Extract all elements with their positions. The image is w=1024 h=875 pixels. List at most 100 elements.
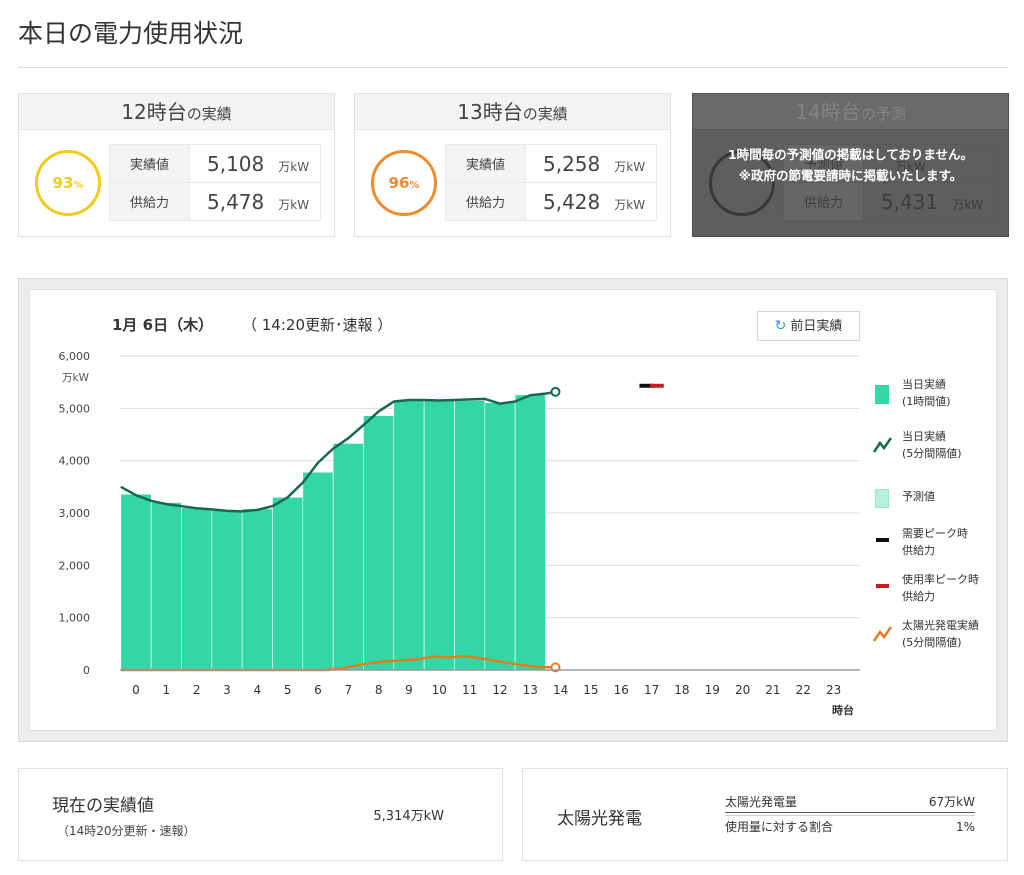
notice-line: 1時間毎の予測値の掲載はしておりません。 [727,147,974,162]
usage-gauge: 96% [371,150,437,216]
x-tick-label: 9 [405,683,413,697]
row-value: 5,478 [207,189,265,214]
y-tick-label: 4,000 [59,455,91,468]
legend-line: 供給力 [902,590,935,603]
card-header: 13時台の実績 [355,94,670,130]
chart-area: 1月 6日（木） （ 14:20更新･速報 ） ↻ 前日実績 0 1,000 2,00… [29,289,997,731]
y-tick-label: 3,000 [59,507,91,520]
bar-hour-7 [332,443,364,671]
row-label: 実績値 [109,144,190,183]
row-value: 5,431 [881,189,939,214]
card-suffix: の実績 [186,105,232,123]
card-hour: 12時台 [121,100,187,124]
row-label: 供給力 [445,182,526,221]
page-title: 本日の電力使用状況 [18,19,244,48]
legend-item-actual-5min: 当日実績 (5分間隔値) [872,428,1002,468]
current-title: 現在の実績値 [52,796,154,816]
y-tick-label: 0 [83,664,90,677]
bar-series [120,394,546,671]
current-update-time: （14時20分更新・速報） [57,824,196,838]
x-axis-unit: 時台 [832,703,854,717]
row-value-cell: 5,431 万kW [863,182,995,221]
x-tick-label: 16 [614,683,629,697]
y-tick-label: 2,000 [59,559,91,572]
x-tick-label: 7 [344,683,352,697]
legend-item-actual-hourly: 当日実績 (1時間値) [872,376,1002,416]
x-tick-label: 2 [193,683,201,697]
card-14h-forecast: 14時台の予測 予測値 万kW 供給力 5,431 万kW 1時間毎の予測値の掲載… [692,93,1009,237]
row-label: 供給力 [783,182,864,221]
current-value: 5,314万kW [373,809,444,824]
usage-gauge: 93% [35,150,101,216]
current-actual-card: 現在の実績値 （14時20分更新・速報） 5,314万kW [18,768,503,861]
x-tick-label: 22 [796,683,811,697]
row-unit: 万kW [614,159,646,174]
x-tick-label: 14 [553,683,568,697]
bar-hour-10 [423,399,455,671]
card-12h-actual: 12時台の実績 93% 実績値 5,108 万kW 供給力 5,478 万kW [18,93,335,237]
x-tick-label: 5 [284,683,292,697]
card-header: 12時台の実績 [19,94,334,130]
legend-item-forecast: 予測値 [872,480,1002,520]
y-axis-unit: 万kW [62,372,90,384]
gauge-percent-sign: % [73,180,84,191]
legend-line: 当日実績 [902,430,946,443]
y-tick-label: 6,000 [59,350,91,363]
x-tick-label: 0 [132,683,140,697]
solar-row: 使用量に対する割合 1% [725,815,975,837]
solar-row-value: 1% [955,820,975,834]
row-value-cell: 5,108 万kW [189,144,321,183]
legend-line: 需要ピーク時 [902,527,968,540]
x-tick-label: 21 [765,683,780,697]
x-tick-label: 10 [432,683,447,697]
x-tick-label: 6 [314,683,322,697]
zigzag-line-icon [872,437,893,453]
x-tick-label: 23 [826,683,841,697]
bar-hour-12 [484,402,516,671]
bar-hour-13 [514,394,546,671]
card-header: 14時台の予測 [693,94,1008,130]
x-tick-label: 13 [523,683,538,697]
notice-line: ※政府の節電要請時に掲載いたします。 [738,168,963,183]
row-label: 供給力 [109,182,190,221]
legend-item-peak-usage: 使用率ピーク時 供給力 [872,571,1002,611]
bar-hour-5 [272,497,304,671]
table-row: 供給力 5,431 万kW [783,182,995,221]
legend-line: 太陽光発電実績 [902,619,979,632]
legend-item-solar: 太陽光発電実績 (5分間隔値) [872,617,1002,657]
title-divider [18,67,1008,68]
table-row: 実績値 5,108 万kW [109,144,321,183]
legend-line: 供給力 [902,544,935,557]
legend-line: (1時間値) [902,395,951,408]
legend-line: (5分間隔値) [902,636,962,649]
solar-card: 太陽光発電 太陽光発電量 67万kW 使用量に対する割合 1% [522,768,1008,861]
y-tick-labels: 0 1,000 2,000 3,000 4,000 5,000 6,000 [59,350,91,677]
x-tick-label: 1 [163,683,171,697]
row-unit: 万kW [278,197,310,212]
legend-line: (5分間隔値) [902,447,962,460]
legend-swatch [875,489,889,508]
forecast-notice: 1時間毎の予測値の掲載はしておりません。 ※政府の節電要請時に掲載いたします。 [693,144,1008,186]
table-row: 供給力 5,428 万kW [445,182,657,221]
bar-hour-6 [302,471,334,671]
values-table: 実績値 5,258 万kW 供給力 5,428 万kW [445,144,657,221]
x-tick-labels: 0 1 2 3 4 5 6 7 8 9 10 11 12 13 14 15 16 17 18 19 20 21 22 23 [132,683,841,697]
legend-swatch [876,584,889,588]
x-tick-label: 11 [462,683,477,697]
row-value: 5,108 [207,151,265,176]
x-tick-label: 18 [674,683,689,697]
x-tick-label: 17 [644,683,659,697]
bar-hour-9 [393,399,425,671]
table-row: 供給力 5,478 万kW [109,182,321,221]
solar-row: 太陽光発電量 67万kW [725,791,975,813]
row-label: 実績値 [445,144,526,183]
card-suffix: の予測 [860,105,906,123]
legend-line: 当日実績 [902,378,946,391]
row-unit: 万kW [952,197,984,212]
gauge-percent: 93 [52,174,74,192]
row-value: 5,258 [543,151,601,176]
card-hour: 14時台 [795,100,861,124]
y-tick-label: 5,000 [59,402,91,415]
row-value-cell: 5,258 万kW [525,144,657,183]
x-tick-label: 20 [735,683,750,697]
